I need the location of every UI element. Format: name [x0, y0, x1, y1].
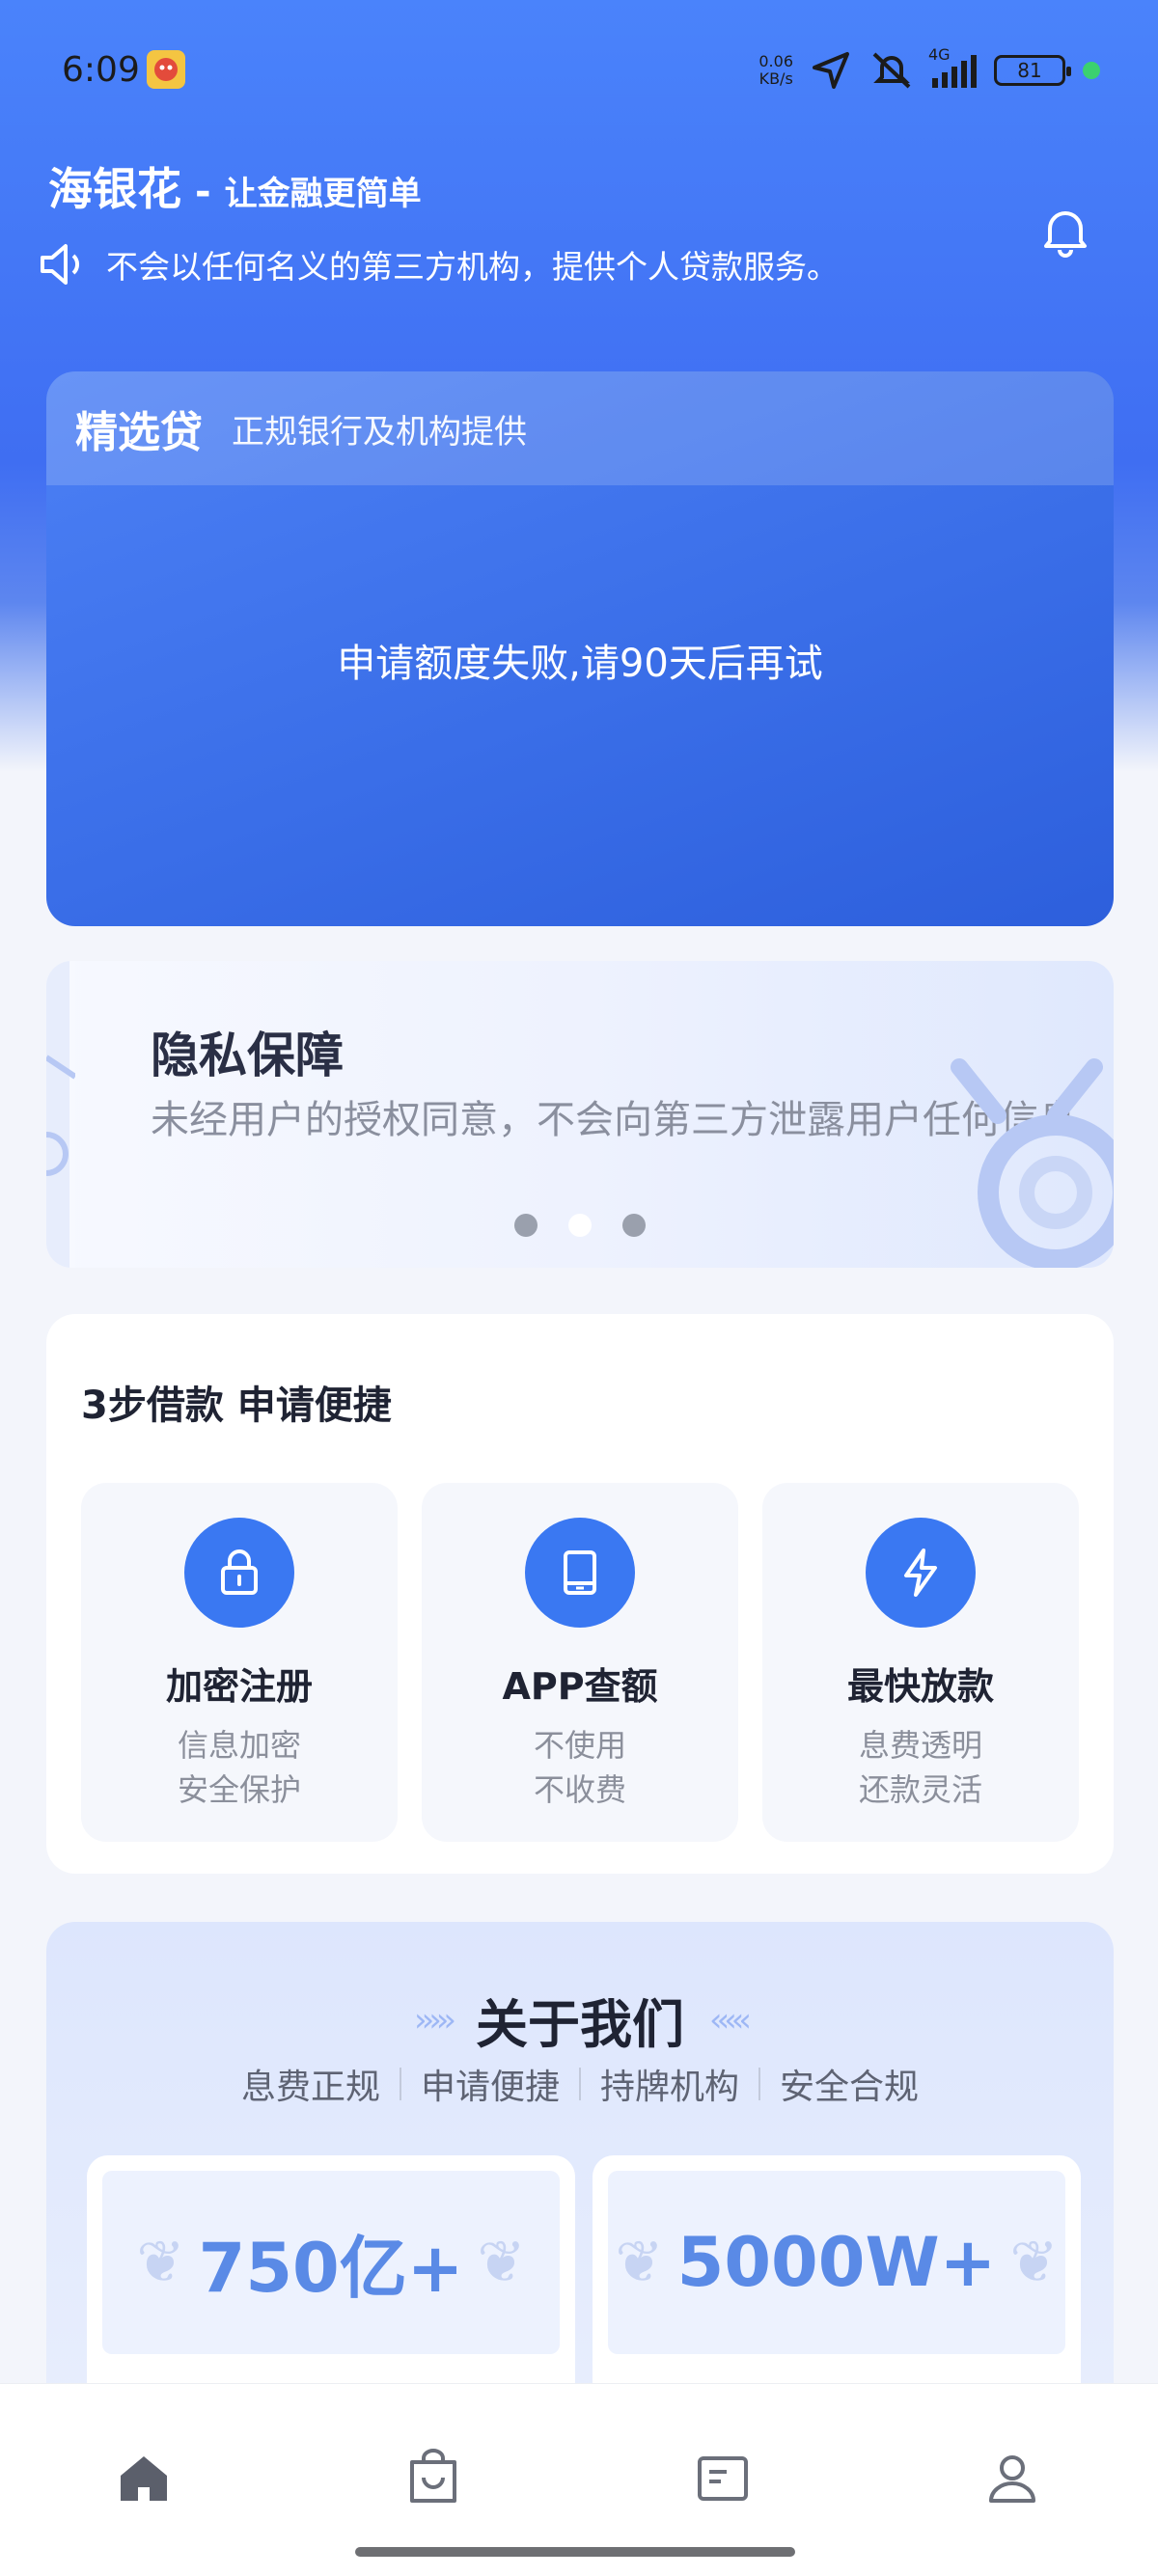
step-description-line1: 不使用	[533, 1727, 626, 1764]
about-title: 关于我们	[476, 1994, 684, 2055]
step-description-line1: 息费透明	[858, 1727, 982, 1764]
net-speed-value: 0.06	[758, 52, 793, 70]
mute-icon	[872, 52, 911, 89]
nav-home[interactable]	[110, 2444, 178, 2511]
about-tag: 息费正规	[240, 2068, 380, 2107]
step-description: 息费透明 还款灵活	[762, 1723, 1079, 1812]
nav-shop[interactable]	[400, 2444, 467, 2511]
net-speed: 0.06 KB/s	[758, 53, 793, 88]
carousel-dot-active[interactable]	[568, 1214, 592, 1237]
battery-level: 81	[1017, 59, 1042, 82]
notice-bar: 不会以任何名义的第三方机构，提供个人贷款服务。	[39, 241, 839, 288]
lightning-icon	[866, 1518, 976, 1628]
chevron-right-decor-icon: ›››››	[414, 2000, 456, 2040]
step-description-line1: 信息加密	[177, 1727, 301, 1764]
bell-icon[interactable]	[1036, 203, 1094, 260]
about-tags: 息费正规 申请便捷 持牌机构 安全合规	[46, 2059, 1114, 2109]
nav-profile[interactable]	[979, 2444, 1046, 2511]
about-title-row: ››››› 关于我们 ‹‹‹‹‹	[46, 1982, 1114, 2058]
laurel-right-icon: ❦	[1009, 2229, 1059, 2296]
privacy-banner[interactable]: 隐私保障 未经用户的授权同意，不会向第三方泄露用户任何信息	[46, 961, 1114, 1268]
brand-slogan: 让金融更简单	[224, 175, 422, 213]
lock-icon	[184, 1518, 294, 1628]
laurel-left-icon: ❦	[615, 2229, 664, 2296]
step-label: 最快放款	[846, 1665, 994, 1708]
stat-inner: ❦ 750亿+ ❦	[102, 2171, 560, 2354]
step-description-line2: 还款灵活	[858, 1771, 982, 1808]
profile-icon	[989, 2455, 1035, 2503]
stat-value: 750亿+	[198, 2228, 464, 2308]
brand-name: 海银花	[48, 163, 181, 215]
about-tag: 安全合规	[780, 2068, 920, 2107]
carousel-dot[interactable]	[622, 1214, 646, 1237]
location-icon	[813, 52, 849, 89]
about-tag: 申请便捷	[420, 2068, 560, 2107]
banner-title: 隐私保障	[151, 1028, 344, 1083]
signal-icon: 4G	[928, 45, 977, 88]
step-card-check-quota: APP查额 不使用 不收费	[422, 1483, 738, 1842]
step-card-register: 加密注册 信息加密 安全保护	[81, 1483, 398, 1842]
tablet-icon	[525, 1518, 635, 1628]
brand-separator: -	[195, 170, 211, 214]
news-icon	[698, 2456, 748, 2501]
steps-title: 3步借款 申请便捷	[81, 1384, 392, 1428]
laurel-left-icon: ❦	[136, 2229, 185, 2296]
app-notification-icon	[147, 50, 185, 89]
stat-inner: ❦ 5000W+ ❦	[608, 2171, 1065, 2354]
home-icon	[121, 2456, 167, 2501]
carousel-dots	[46, 1214, 1114, 1237]
banner-text: 未经用户的授权同意，不会向第三方泄露用户任何信息	[151, 1098, 1077, 1142]
status-indicators: 0.06 KB/s 4G 81	[758, 45, 1100, 91]
about-section: ››››› 关于我们 ‹‹‹‹‹ 息费正规 申请便捷 持牌机构 安全合规 ❦ 7…	[46, 1922, 1114, 2424]
step-label: 加密注册	[165, 1665, 313, 1708]
nav-news[interactable]	[689, 2444, 757, 2511]
loan-card-header: 精选贷 正规银行及机构提供	[46, 371, 1114, 485]
battery-icon: 81	[994, 55, 1071, 86]
step-description-line2: 不收费	[533, 1771, 626, 1808]
about-tag: 持牌机构	[600, 2068, 740, 2107]
status-time: 6:09	[62, 50, 140, 90]
laurel-right-icon: ❦	[477, 2229, 526, 2296]
loan-title: 精选贷	[75, 408, 203, 457]
status-bar: 6:09 0.06 KB/s 4G 81	[0, 0, 1158, 140]
loan-card[interactable]: 精选贷 正规银行及机构提供 申请额度失败,请90天后再试	[46, 371, 1114, 926]
home-indicator[interactable]	[355, 2547, 795, 2557]
brand-header: 海银花 - 让金融更简单	[48, 154, 422, 218]
speaker-icon	[41, 244, 80, 285]
loan-status-message: 申请额度失败,请90天后再试	[337, 642, 823, 686]
step-label: APP查额	[502, 1665, 658, 1708]
network-type: 4G	[928, 45, 951, 64]
notice-text: 不会以任何名义的第三方机构，提供个人贷款服务。	[106, 248, 839, 286]
carousel-dot[interactable]	[514, 1214, 538, 1237]
bag-icon	[410, 2449, 456, 2503]
chevron-left-decor-icon: ‹‹‹‹‹	[709, 2000, 752, 2040]
steps-section: 3步借款 申请便捷 加密注册 信息加密 安全保护 APP查额 不使用 不收费 最…	[46, 1314, 1114, 1874]
step-description: 不使用 不收费	[422, 1723, 738, 1812]
step-description: 信息加密 安全保护	[81, 1723, 398, 1812]
loan-subtitle: 正规银行及机构提供	[232, 412, 527, 452]
stat-value: 5000W+	[676, 2223, 997, 2302]
step-description-line2: 安全保护	[177, 1771, 301, 1808]
step-card-fast-loan: 最快放款 息费透明 还款灵活	[762, 1483, 1079, 1842]
privacy-indicator	[1083, 62, 1100, 79]
net-speed-unit: KB/s	[758, 69, 793, 88]
